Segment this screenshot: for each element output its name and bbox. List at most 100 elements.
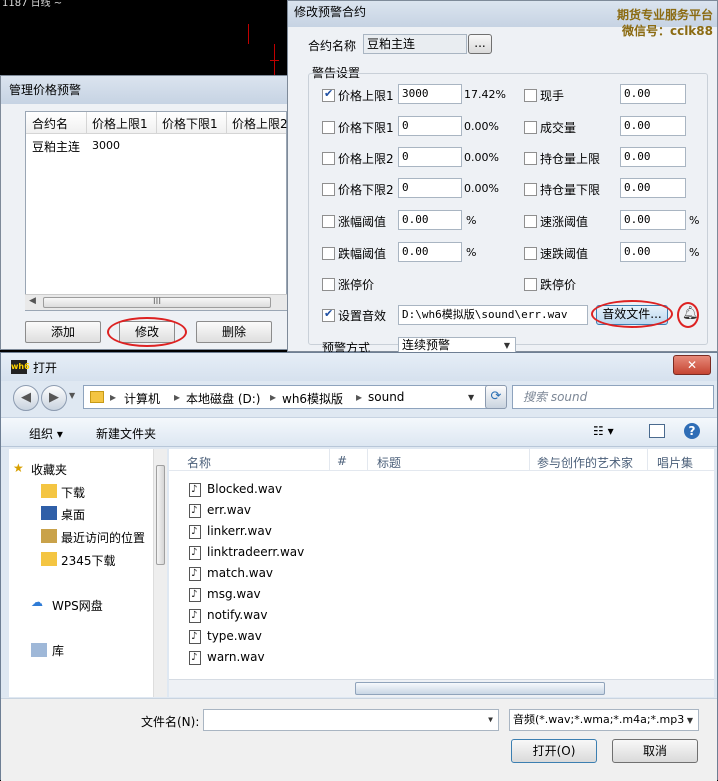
refresh-icon[interactable]: ⟳ [485, 385, 507, 409]
nav-favorites[interactable]: 收藏夹 [31, 461, 67, 478]
oi-lower-label: 持仓量下限 [540, 183, 601, 197]
forward-button[interactable]: ▶ [41, 385, 67, 411]
list-item[interactable]: type.wav [189, 626, 262, 647]
bell-icon[interactable]: 🔔︎ [682, 306, 699, 321]
volume-now-input[interactable]: 0.00 [620, 84, 686, 104]
rise-threshold-unit: % [466, 214, 477, 227]
turnover-checkbox[interactable] [524, 121, 537, 134]
lower2-input[interactable]: 0 [398, 178, 462, 198]
fast-fall-input[interactable]: 0.00 [620, 242, 686, 262]
list-item[interactable]: Blocked.wav [189, 479, 282, 500]
list-item[interactable]: notify.wav [189, 605, 267, 626]
upper2-input[interactable]: 0 [398, 147, 462, 167]
hscroll-thumb[interactable]: III [43, 297, 271, 308]
fast-rise-checkbox[interactable] [524, 215, 537, 228]
cancel-button[interactable]: 取消 [612, 739, 698, 763]
rise-threshold-checkbox[interactable] [322, 215, 335, 228]
lower1-pct: 0.00% [464, 120, 499, 133]
list-item[interactable]: warn.wav [189, 647, 265, 668]
fall-threshold-input[interactable]: 0.00 [398, 242, 462, 262]
nav-recent[interactable]: 最近访问的位置 [61, 529, 145, 546]
back-button[interactable]: ◀ [13, 385, 39, 411]
col-contract[interactable]: 合约名 [32, 115, 68, 132]
organize-menu[interactable]: 组织 ▾ [29, 425, 63, 442]
limit-up-label: 涨停价 [338, 278, 375, 292]
list-item[interactable]: linkerr.wav [189, 521, 272, 542]
alert-mode-select[interactable]: 连续预警 [398, 337, 516, 353]
search-input[interactable]: 搜索 sound [512, 385, 714, 409]
sound-checkbox[interactable] [322, 307, 335, 322]
add-button[interactable]: 添加 [25, 321, 101, 343]
nav-downloads[interactable]: 下载 [61, 484, 85, 501]
fall-threshold-unit: % [466, 246, 477, 259]
col-number[interactable]: # [337, 454, 347, 468]
limit-down-label: 跌停价 [540, 278, 577, 292]
new-folder-button[interactable]: 新建文件夹 [96, 425, 156, 442]
list-item[interactable]: linktradeerr.wav [189, 542, 304, 563]
col-upper2[interactable]: 价格上限2 [232, 115, 288, 132]
upper2-checkbox[interactable] [322, 152, 335, 165]
breadcrumb-drive[interactable]: 本地磁盘 (D:) [186, 390, 260, 407]
upper2-label: 价格上限2 [338, 152, 394, 166]
audio-file-icon [189, 627, 201, 647]
rise-threshold-input[interactable]: 0.00 [398, 210, 462, 230]
help-icon[interactable]: ? [684, 423, 700, 439]
upper1-input[interactable]: 3000 [398, 84, 462, 104]
turnover-input[interactable]: 0.00 [620, 116, 686, 136]
col-upper1[interactable]: 价格上限1 [92, 115, 148, 132]
list-item[interactable]: err.wav [189, 500, 251, 521]
table-hscrollbar[interactable]: ◀ III [25, 294, 287, 310]
nav-desktop[interactable]: 桌面 [61, 506, 85, 523]
lower1-checkbox[interactable] [322, 121, 335, 134]
recent-pages-chevron-icon[interactable]: ▼ [69, 391, 75, 400]
list-item[interactable]: match.wav [189, 563, 273, 584]
sound-path-field[interactable]: D:\wh6模拟版\sound\err.wav [398, 305, 588, 325]
oi-upper-input[interactable]: 0.00 [620, 147, 686, 167]
col-title[interactable]: 标题 [377, 454, 401, 471]
fast-fall-checkbox[interactable] [524, 247, 537, 260]
oi-lower-checkbox[interactable] [524, 183, 537, 196]
modify-alert-dialog: 修改预警合约 期货专业服务平台 微信号：cclk88 合约名称 豆粕主连 ...… [287, 0, 718, 355]
file-list-hscrollbar[interactable] [169, 679, 714, 697]
fall-threshold-checkbox[interactable] [322, 247, 335, 260]
breadcrumb-sound[interactable]: sound [368, 390, 404, 404]
delete-button[interactable]: 删除 [196, 321, 272, 343]
limit-down-checkbox[interactable] [524, 278, 537, 291]
address-dropdown-icon[interactable]: ▼ [468, 393, 474, 402]
address-bar[interactable]: ▸ 计算机 ▸ 本地磁盘 (D:) ▸ wh6模拟版 ▸ sound ▼ [83, 385, 505, 409]
open-dialog-titlebar: wh6 打开 ✕ [1, 353, 717, 381]
file-name: linkerr.wav [207, 524, 272, 538]
file-list[interactable]: 名称 # 标题 参与创作的艺术家 唱片集 Blocked.wav err.wav… [169, 449, 714, 697]
breadcrumb-wh6[interactable]: wh6模拟版 [282, 390, 343, 407]
browse-contract-button[interactable]: ... [468, 34, 492, 54]
nav-2345-downloads[interactable]: 2345下载 [61, 552, 116, 569]
list-item[interactable]: msg.wav [189, 584, 261, 605]
filetype-select[interactable]: 音频(*.wav;*.wma;*.m4a;*.mp3 [509, 709, 699, 731]
limit-up-checkbox[interactable] [322, 278, 335, 291]
view-options-icon[interactable]: ☷ ▾ [593, 424, 614, 438]
volume-now-checkbox[interactable] [524, 89, 537, 102]
close-button[interactable]: ✕ [673, 355, 711, 375]
lower1-input[interactable]: 0 [398, 116, 462, 136]
oi-upper-checkbox[interactable] [524, 152, 537, 165]
col-artist[interactable]: 参与创作的艺术家 [537, 454, 633, 471]
upper1-checkbox[interactable] [322, 87, 335, 102]
col-name[interactable]: 名称 [187, 454, 211, 471]
breadcrumb-computer[interactable]: 计算机 [124, 390, 160, 407]
nav-wps-drive[interactable]: WPS网盘 [52, 597, 103, 614]
col-lower1[interactable]: 价格下限1 [162, 115, 218, 132]
fast-rise-input[interactable]: 0.00 [620, 210, 686, 230]
alerts-table[interactable]: 合约名 价格上限1 价格下限1 价格上限2 豆粕主连 3000 [25, 111, 288, 311]
contract-field[interactable]: 豆粕主连 [363, 34, 467, 54]
filename-input[interactable] [203, 709, 499, 731]
chart-candle-tick [270, 60, 279, 61]
audio-file-icon [189, 522, 201, 542]
col-album[interactable]: 唱片集 [657, 454, 693, 471]
preview-pane-icon[interactable] [649, 424, 665, 438]
nav-scrollbar[interactable] [153, 449, 167, 697]
nav-libraries[interactable]: 库 [52, 642, 64, 659]
open-button[interactable]: 打开(O) [511, 739, 597, 763]
oi-lower-input[interactable]: 0.00 [620, 178, 686, 198]
audio-file-icon [189, 648, 201, 668]
lower2-checkbox[interactable] [322, 183, 335, 196]
